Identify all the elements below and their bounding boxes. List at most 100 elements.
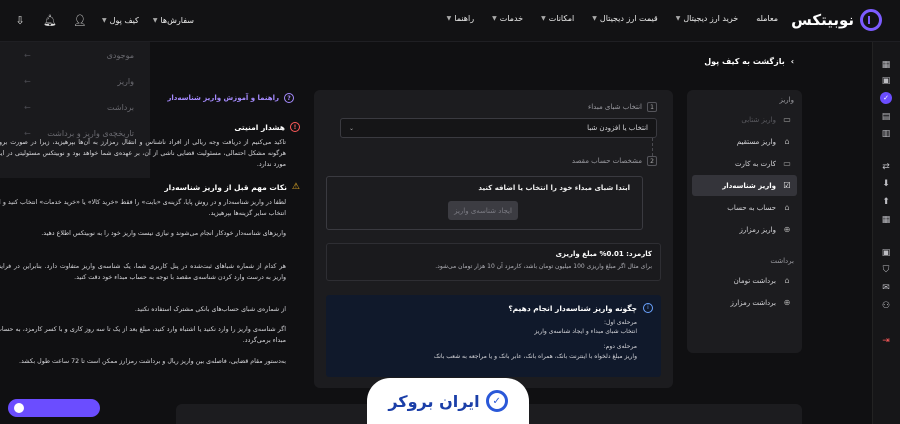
bank-icon: ⌂ <box>784 137 790 146</box>
dropdown-item-balance[interactable]: موجودی ← <box>0 42 150 68</box>
card-icon: ▭ <box>783 159 791 168</box>
upload-icon[interactable]: ⬆ <box>881 197 891 207</box>
menu-item-label: برداشت تومان <box>733 276 776 285</box>
wallet-icon[interactable]: ▣ <box>881 76 891 86</box>
menu-item-label: واریز مستقیم <box>736 137 776 146</box>
grid-icon[interactable]: ▦ <box>881 60 891 70</box>
step-title: مشخصات حساب مقصد <box>571 157 642 165</box>
chat-icon <box>14 403 24 413</box>
mail-icon[interactable]: ✉ <box>881 283 891 293</box>
note-4: از شماره‌ی شبای حساب‌های بانکی مشترک است… <box>134 306 286 313</box>
check-circle-icon[interactable]: ✓ <box>880 92 892 104</box>
support-chat-button[interactable] <box>8 399 100 417</box>
chevron-down-icon: ▼ <box>541 15 546 22</box>
source-iban-select[interactable]: انتخاب یا افزودن شبا ⌄ <box>340 118 657 138</box>
brand-logo[interactable]: نوبیتکس <box>791 9 882 31</box>
alert-circle-icon: ! <box>290 122 300 132</box>
menu-item-label: واریز شناسه‌دار <box>722 181 776 190</box>
id-icon: ☑ <box>783 181 791 190</box>
step-title: انتخاب شبای مبداء <box>587 103 642 111</box>
users-icon[interactable]: ⚇ <box>881 301 891 311</box>
menu-item-account-to-account[interactable]: ⌂ حساب به حساب <box>692 197 797 218</box>
chevron-down-icon: ⌄ <box>349 124 355 132</box>
logout-icon[interactable]: ⇥ <box>881 336 891 346</box>
menu-item-label: حساب به حساب <box>727 203 776 212</box>
menu-item-id-deposit[interactable]: ☑ واریز شناسه‌دار <box>692 175 797 196</box>
menu-item-crypto-withdraw[interactable]: ⊕ برداشت رمزارز <box>692 292 797 313</box>
profile-icon[interactable]: 👤︎ <box>72 12 88 28</box>
menu-item-card-to-card[interactable]: ▭ کارت به کارت <box>692 153 797 174</box>
step-1-label: 1 انتخاب شبای مبداء <box>588 102 657 112</box>
menu-item-label: واریز رمزارز <box>739 225 776 234</box>
destination-account-box: ابتدا شبای مبداء خود را انتخاب یا اضافه … <box>326 176 643 230</box>
chevron-down-icon: ▼ <box>152 16 158 24</box>
nobitex-logo-icon <box>860 9 882 31</box>
menu-item-crypto-deposit[interactable]: ⊕ واریز رمزارز <box>692 219 797 240</box>
chevron-down-icon: ▼ <box>492 15 497 22</box>
nav-buy-crypto[interactable]: خرید ارز دیجیتال ▼ <box>676 14 738 23</box>
note-6: به‌دستور مقام قضایی، فاصله‌ی بین واریز ر… <box>19 358 286 365</box>
user-actions: ⇩ 🔔︎ 👤︎ کیف پول ▼ سفارش‌ها ▼ <box>12 12 194 28</box>
nav-services[interactable]: خدمات ▼ <box>492 14 523 23</box>
menu-spacer <box>687 241 802 257</box>
wallet-menu-label: کیف پول <box>109 15 139 25</box>
how-to-step1-title: مرحله‌ی اول: <box>604 318 637 326</box>
shield-icon[interactable]: ⛉ <box>881 265 891 275</box>
download-icon[interactable]: ⇩ <box>12 12 28 28</box>
warning-title-text: هشدار امنیتی <box>234 122 285 132</box>
chart-icon[interactable]: ▥ <box>881 129 891 139</box>
step-number: 1 <box>647 102 657 112</box>
select-value: انتخاب یا افزودن شبا <box>587 124 648 132</box>
dropdown-item-label: واریز <box>117 76 134 86</box>
important-notes-title: ⚠ نکات مهم قبل از واریز شناسه‌دار <box>164 182 300 192</box>
menu-item-direct-deposit[interactable]: ⌂ واریز مستقیم <box>692 131 797 152</box>
nav-trade[interactable]: معامله <box>756 14 778 23</box>
destination-hint: ابتدا شبای مبداء خود را انتخاب یا اضافه … <box>478 184 630 192</box>
menu-item-label: برداشت رمزارز <box>730 298 776 307</box>
chevron-right-icon: › <box>790 57 794 66</box>
chevron-down-icon: ▼ <box>446 15 452 22</box>
brand-name: نوبیتکس <box>791 11 854 29</box>
user-card-icon[interactable]: ▣ <box>881 248 891 258</box>
deposit-side-menu: واریز ▭ واریز شتابی ⌂ واریز مستقیم ▭ کارت ب… <box>687 90 802 353</box>
download-circle-icon[interactable]: ⬇ <box>881 179 891 189</box>
iranbroker-logo-icon: ✓ <box>485 390 508 412</box>
main-nav: معامله خرید ارز دیجیتال ▼ قیمت ارز دیجیتا… <box>447 14 778 23</box>
nav-help[interactable]: راهنما ▼ <box>447 14 474 23</box>
note-5: اگر شناسه‌ی واریز را وارد نکنید یا اشتبا… <box>0 326 286 345</box>
wallet-menu[interactable]: کیف پول ▼ <box>102 16 139 25</box>
bank-icon: ⌂ <box>784 203 790 212</box>
document-icon[interactable]: ▤ <box>881 112 891 122</box>
withdraw-section-title: برداشت <box>770 257 794 265</box>
info-panel: ? راهنما و آموزش واریز شناسه‌دار ! هشدار… <box>0 90 304 390</box>
nav-crypto-price[interactable]: قیمت ارز دیجیتال ▼ <box>592 14 657 23</box>
nav-label: معامله <box>756 14 778 23</box>
step-2-label: 2 مشخصات حساب مقصد <box>572 156 657 166</box>
calendar-icon[interactable]: ▦ <box>881 215 891 225</box>
nav-label: راهنما <box>454 14 475 23</box>
how-to-step2-title: مرحله‌ی دوم: <box>603 343 637 351</box>
how-to-step1-text: انتخاب شبای مبداء و ایجاد شناسه‌ی واریز <box>534 327 637 335</box>
notification-bell-icon[interactable]: 🔔︎ <box>42 12 58 28</box>
create-deposit-id-button[interactable]: ایجاد شناسه‌ی واریز <box>448 201 518 220</box>
guide-link[interactable]: ? راهنما و آموزش واریز شناسه‌دار <box>167 93 294 103</box>
nav-label: قیمت ارز دیجیتال <box>599 14 658 23</box>
fee-info-box: کارمزد: 0.01% مبلغ واریزی برای مثال اگر … <box>326 243 661 281</box>
info-icon: i <box>643 303 653 313</box>
note-2: واریزهای شناسه‌دار خودکار انجام می‌شوند … <box>41 230 286 237</box>
bank-icon: ⌂ <box>784 276 790 285</box>
exchange-icon[interactable]: ⇄ <box>881 162 891 172</box>
notes-title-text: نکات مهم قبل از واریز شناسه‌دار <box>164 182 287 192</box>
orders-menu[interactable]: سفارش‌ها ▼ <box>153 16 194 25</box>
back-to-wallet-link[interactable]: › بازگشت به کیف پول <box>704 57 794 66</box>
nav-label: خرید ارز دیجیتال <box>683 14 739 23</box>
nav-features[interactable]: امکانات ▼ <box>541 14 574 23</box>
deposit-section-title: واریز <box>779 96 794 104</box>
top-bar: نوبیتکس معامله خرید ارز دیجیتال ▼ قیمت ار… <box>0 0 900 42</box>
menu-item-toman-withdraw[interactable]: ⌂ برداشت تومان <box>692 270 797 291</box>
crypto-icon: ⊕ <box>783 298 791 307</box>
how-to-title: چگونه واریز شناسه‌دار انجام دهیم؟ <box>508 304 637 313</box>
chevron-down-icon: ▼ <box>592 15 597 22</box>
note-3: هر کدام از شماره شباهای ثبت‌شده در پنل ک… <box>0 263 286 282</box>
menu-item-instant-deposit[interactable]: ▭ واریز شتابی <box>692 109 797 130</box>
